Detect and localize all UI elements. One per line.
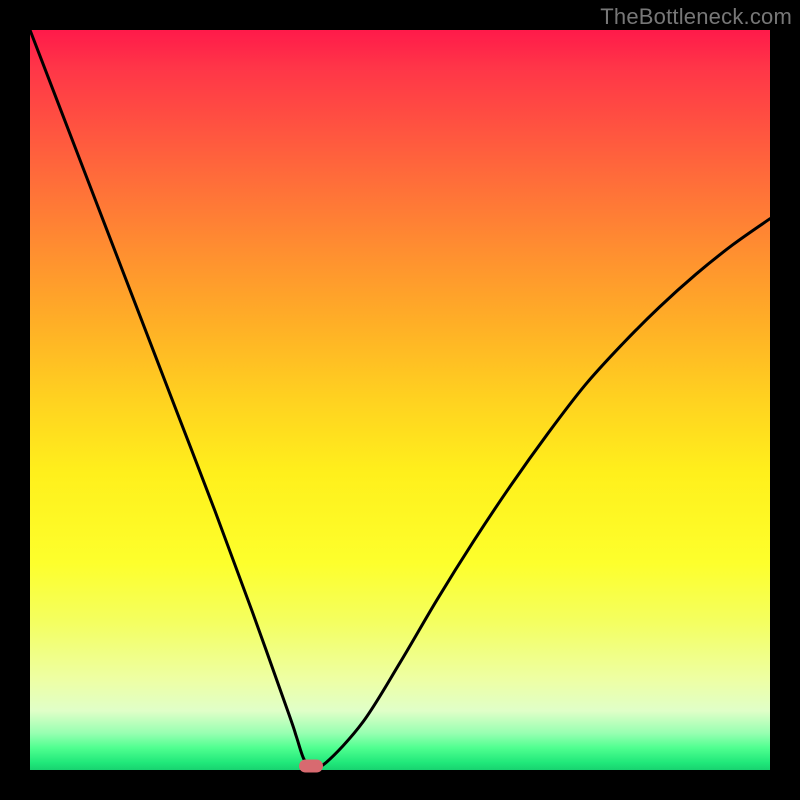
chart-container: TheBottleneck.com [0, 0, 800, 800]
optimum-marker [299, 760, 323, 773]
curve-layer [0, 0, 800, 800]
bottleneck-curve [30, 30, 770, 767]
watermark-text: TheBottleneck.com [600, 4, 792, 30]
